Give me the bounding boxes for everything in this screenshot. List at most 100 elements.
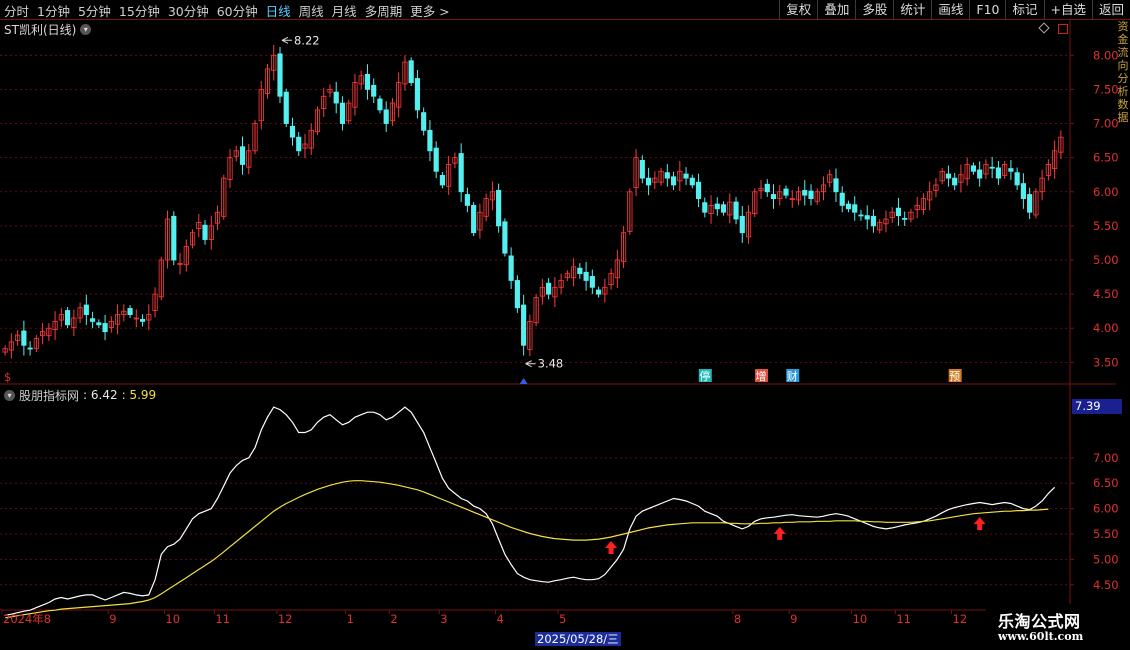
indicator-value-1: : 6.42: [83, 388, 118, 402]
period-tab-10[interactable]: 更多 >: [410, 1, 449, 20]
price-annotation: 3.48: [538, 357, 564, 371]
indicator-ytick-label: 7.00: [1093, 451, 1119, 465]
candle-body: [296, 136, 302, 152]
candle-body: [27, 347, 33, 350]
main-ytick-label: 4.00: [1093, 321, 1119, 335]
candle-body: [1027, 194, 1033, 213]
x-tick-label: 10: [853, 612, 868, 626]
candle-body: [364, 74, 371, 90]
candle-body: [808, 190, 814, 199]
candle-body: [546, 282, 552, 295]
candle-body: [714, 203, 720, 210]
candle-body: [89, 318, 96, 322]
x-tick-label: 2: [390, 612, 397, 626]
toolbar-button-2[interactable]: 多股: [855, 0, 893, 20]
x-tick-label: 5: [559, 612, 566, 626]
candle-body: [720, 204, 727, 213]
period-tab-1[interactable]: 1分钟: [37, 1, 70, 20]
watermark: 乐淘公式网 www.60lt.com: [986, 604, 1126, 648]
candle-body: [371, 84, 377, 97]
candle-body: [764, 183, 770, 193]
candle-body: [583, 271, 589, 281]
x-tick-label: 2024年8: [3, 612, 51, 626]
x-tick-label: 11: [896, 612, 911, 626]
candle-body: [239, 146, 246, 165]
candle-body: [277, 53, 283, 97]
toolbar-button-6[interactable]: 标记: [1005, 0, 1043, 20]
event-marker-label: 增: [756, 369, 767, 383]
annotation-arrow: [525, 360, 536, 368]
x-tick-label: 10: [165, 612, 180, 626]
toolbar-button-1[interactable]: 叠加: [817, 0, 855, 20]
indicator-line-1: [5, 480, 1049, 619]
candle-body: [783, 188, 789, 196]
candle-body: [521, 304, 527, 346]
candle-body: [339, 102, 346, 124]
watermark-title: 乐淘公式网: [998, 612, 1081, 631]
x-tick-label: 12: [278, 612, 293, 626]
low-triangle-icon: [519, 378, 528, 384]
candle-body: [970, 165, 977, 172]
candle-body: [1014, 172, 1020, 186]
candle-body: [333, 91, 339, 104]
x-tick-label: 12: [953, 612, 968, 626]
candle-body: [689, 177, 695, 186]
candle-body: [171, 215, 177, 261]
up-arrow-icon: [605, 541, 618, 555]
x-tick-label: 3: [440, 612, 447, 626]
x-tick-label: 1: [347, 612, 354, 626]
candle-body: [514, 280, 520, 309]
main-ytick-label: 8.00: [1093, 48, 1119, 62]
candle-body: [645, 177, 652, 186]
indicator-line-0: [5, 406, 1056, 616]
indicator-ytick-label: 6.00: [1093, 502, 1119, 516]
candle-body: [577, 267, 583, 275]
candle-body: [439, 174, 446, 186]
period-tab-3[interactable]: 15分钟: [119, 1, 160, 20]
current-date-label: 2025/05/28/三: [535, 632, 621, 646]
candle-body: [695, 181, 702, 199]
candle-body: [977, 169, 983, 179]
indicator-ytick-label: 5.50: [1093, 527, 1119, 541]
toolbar-button-0[interactable]: 复权: [779, 0, 817, 20]
candle-body: [895, 207, 902, 217]
period-tab-9[interactable]: 多周期: [365, 1, 403, 20]
period-tab-5[interactable]: 60分钟: [217, 1, 258, 20]
candle-body: [502, 221, 508, 254]
toolbar-button-5[interactable]: F10: [969, 0, 1005, 20]
candle-body: [702, 202, 708, 213]
candle-body: [839, 192, 845, 206]
main-ytick-label: 4.50: [1093, 287, 1119, 301]
candle-body: [433, 147, 439, 172]
period-tab-7[interactable]: 周线: [299, 1, 324, 20]
main-ytick-label: 6.00: [1093, 185, 1119, 199]
period-toolbar: 分时 1分钟 5分钟 15分钟 30分钟 60分钟 日线 周线 月线 多周期 更多 > 复权 叠加 多股…: [0, 0, 1130, 20]
toolbar-button-3[interactable]: 统计: [893, 0, 931, 20]
up-arrow-icon: [773, 526, 786, 540]
x-tick-label: 11: [215, 612, 230, 626]
candle-body: [995, 167, 1001, 179]
candle-body: [427, 129, 433, 152]
candle-body: [408, 60, 414, 83]
candle-body: [952, 177, 958, 186]
square-icon[interactable]: [1058, 24, 1068, 34]
candle-body: [496, 189, 502, 227]
candle-body: [833, 178, 839, 193]
chevron-down-icon[interactable]: ▾: [80, 23, 92, 35]
period-tab-2[interactable]: 5分钟: [78, 1, 111, 20]
chevron-down-icon[interactable]: ▾: [4, 389, 15, 401]
candle-body: [139, 318, 146, 322]
candle-body: [1020, 183, 1026, 199]
period-tab-4[interactable]: 30分钟: [168, 1, 209, 20]
period-tab-0[interactable]: 分时: [4, 1, 29, 20]
period-tab-6[interactable]: 日线: [266, 1, 291, 20]
toolbar-button-8[interactable]: 返回: [1091, 0, 1130, 20]
toolbar-button-7[interactable]: +自选: [1043, 0, 1092, 20]
candle-body: [127, 308, 133, 315]
indicator-ytick-label: 6.50: [1093, 476, 1119, 490]
candle-body: [283, 91, 289, 124]
period-tabs: 分时 1分钟 5分钟 15分钟 30分钟 60分钟 日线 周线 月线 多周期 更多 >: [4, 0, 458, 20]
toolbar-button-4[interactable]: 画线: [931, 0, 969, 20]
period-tab-8[interactable]: 月线: [332, 1, 357, 20]
candle-body: [870, 215, 877, 227]
